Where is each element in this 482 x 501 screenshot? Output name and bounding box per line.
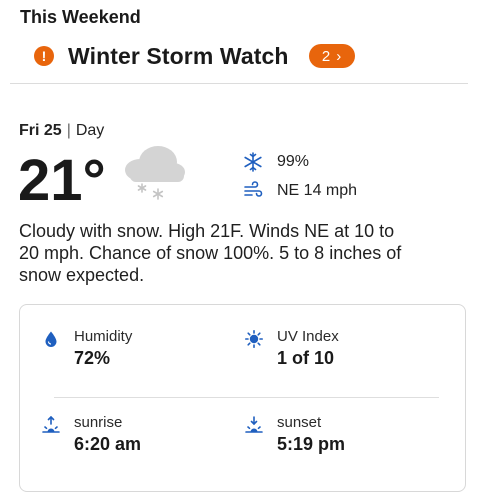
cloud-snow-icon <box>125 146 185 200</box>
section-title: This Weekend <box>20 7 141 27</box>
day-label: Fri 25 | Day <box>19 122 105 139</box>
forecast-description: Cloudy with snow. High 21F. Winds NE at … <box>19 221 402 285</box>
precip-stat: 99% <box>243 152 309 172</box>
sunrise-icon <box>42 416 60 433</box>
humidity-value: 72% <box>74 348 111 368</box>
card-divider <box>54 397 439 398</box>
sunset-value: 5:19 pm <box>277 434 346 454</box>
temperature: 21° <box>18 148 106 213</box>
sunset-metric: sunset 5:19 pm <box>245 413 345 455</box>
sunset-label: sunset <box>277 414 322 431</box>
drop-icon <box>45 331 57 347</box>
divider <box>10 83 468 84</box>
sunrise-metric: sunrise 6:20 am <box>42 413 141 455</box>
alert-title[interactable]: Winter Storm Watch <box>68 43 289 70</box>
details-card: Humidity 72% UV Index 1 of 10 sunrise 6:… <box>19 304 466 492</box>
uv-label: UV Index <box>277 328 339 345</box>
sun-icon <box>245 330 263 348</box>
day-period: Day <box>75 122 105 139</box>
snowflake-icon <box>244 152 262 172</box>
wind-icon <box>244 181 263 197</box>
wind-value: NE 14 mph <box>277 182 358 199</box>
uv-metric: UV Index 1 of 10 <box>245 327 339 369</box>
humidity-metric: Humidity 72% <box>42 327 132 369</box>
sunrise-value: 6:20 am <box>74 434 142 454</box>
sunrise-label: sunrise <box>74 414 123 431</box>
alert-count: 2 <box>321 47 331 65</box>
humidity-label: Humidity <box>74 328 133 345</box>
sunset-icon <box>245 416 263 433</box>
alert-row[interactable]: ! Winter Storm Watch 2 › <box>34 40 355 72</box>
day-date: Fri 25 <box>19 122 62 139</box>
alert-count-badge[interactable]: 2 › <box>308 44 355 68</box>
chevron-right-icon: › <box>336 47 342 65</box>
uv-value: 1 of 10 <box>277 348 335 368</box>
precip-value: 99% <box>277 153 310 170</box>
exclamation-icon: ! <box>34 46 54 66</box>
wind-stat: NE 14 mph <box>243 181 357 201</box>
